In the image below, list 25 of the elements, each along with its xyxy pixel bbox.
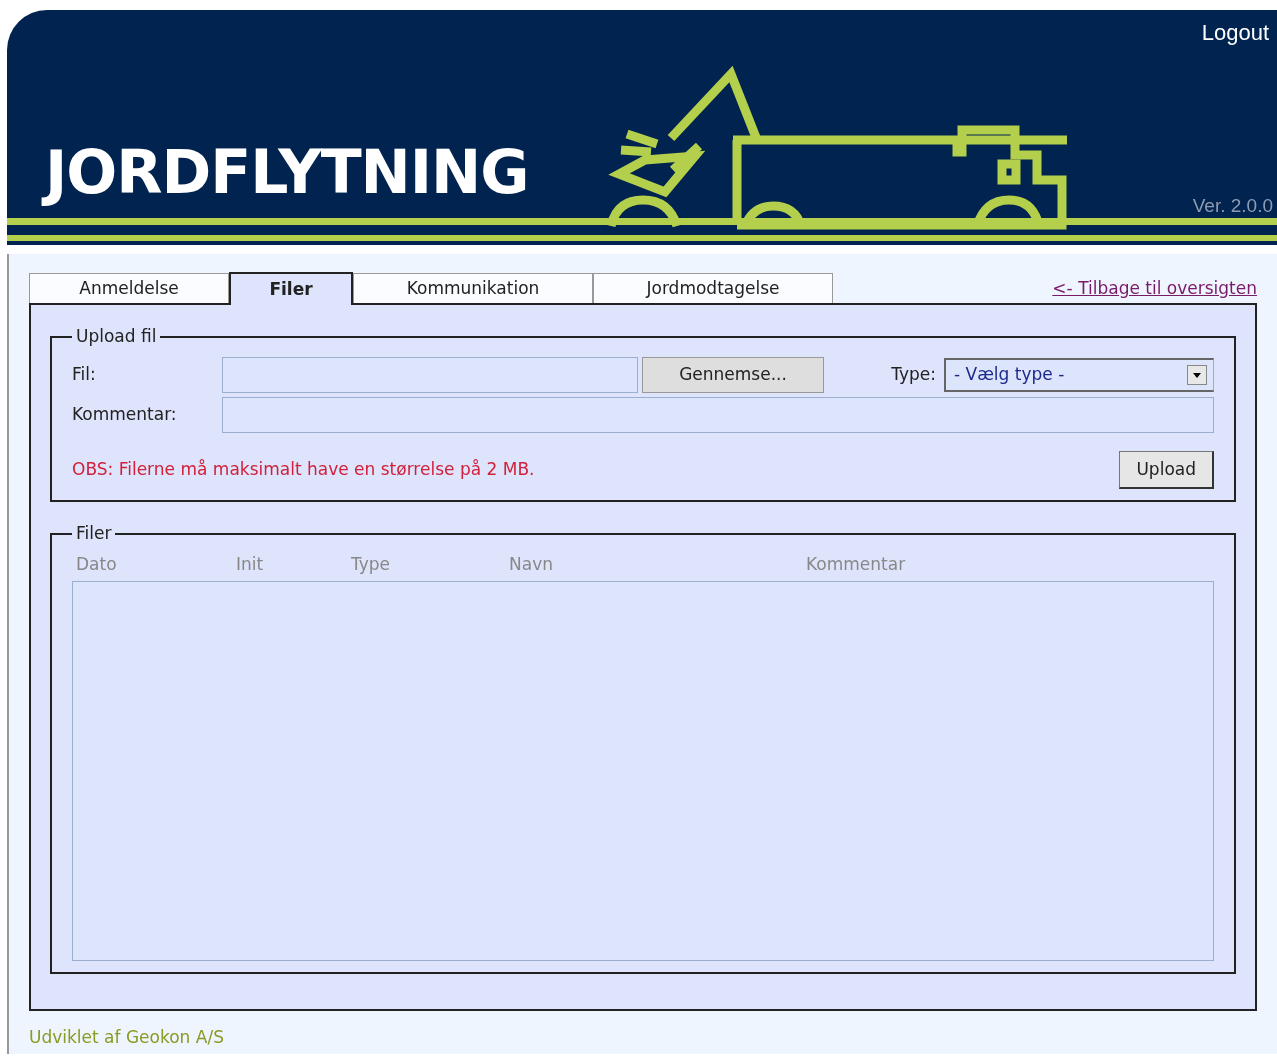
size-notice: OBS: Filerne må maksimalt have en størrelse på 2 MB.	[72, 458, 535, 482]
column-header: Init	[236, 552, 265, 576]
upload-button[interactable]: Upload	[1119, 450, 1214, 489]
fieldset-legend: Upload fil	[72, 325, 161, 349]
file-list[interactable]	[72, 581, 1214, 962]
tab[interactable]: Kommunikation	[353, 273, 593, 303]
browse-button[interactable]: Gennemse...	[642, 356, 824, 393]
field-label: Fil:	[72, 363, 97, 387]
logout-link[interactable]: Logout	[1201, 16, 1269, 49]
field-label: Kommentar:	[72, 403, 178, 427]
column-header: Type	[351, 552, 392, 576]
field-label: Type:	[891, 363, 936, 387]
column-header: Navn	[509, 552, 554, 576]
back-link[interactable]: <- Tilbage til oversigten	[1052, 276, 1257, 302]
tab[interactable]: Filer	[229, 272, 353, 305]
file-field[interactable]	[222, 356, 638, 393]
comment-field[interactable]	[222, 396, 1214, 433]
type-select[interactable]: - Vælg type -	[944, 357, 1214, 392]
column-header: Kommentar	[806, 552, 907, 576]
tab[interactable]: Jordmodtagelse	[593, 273, 833, 303]
column-header: Dato	[76, 552, 118, 576]
tab[interactable]: Anmeldelse	[29, 273, 229, 303]
fieldset-legend: Filer	[72, 522, 116, 546]
version-label: Ver. 2.0.0	[1192, 196, 1273, 215]
footer-credit: Udviklet af Geokon A/S	[29, 1026, 225, 1049]
